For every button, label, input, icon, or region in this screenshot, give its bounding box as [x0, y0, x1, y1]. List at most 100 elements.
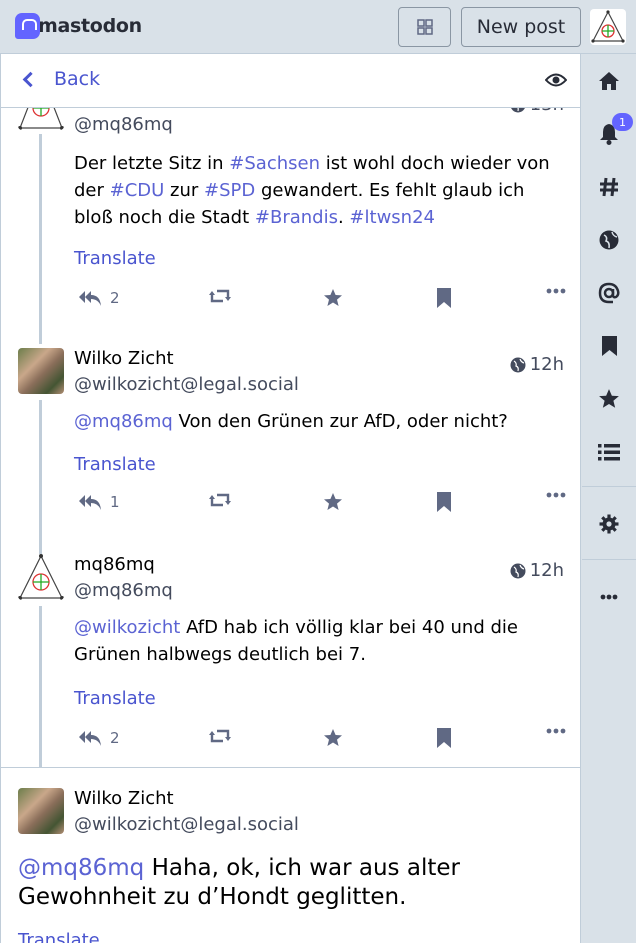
reply-count: 2 — [110, 729, 120, 747]
star-icon — [324, 289, 342, 306]
nav-preferences[interactable] — [582, 497, 636, 550]
account-avatar[interactable] — [590, 9, 626, 45]
post-timestamp[interactable]: 12h — [510, 354, 564, 375]
avatar[interactable] — [18, 554, 64, 600]
time-label: 12h — [529, 354, 564, 375]
globe-icon — [510, 563, 526, 578]
time-label: 12h — [529, 560, 564, 581]
text-segment: Von den Grünen zur AfD, oder nicht? — [172, 411, 508, 432]
boost-button[interactable] — [209, 492, 231, 508]
mastodon-logo-icon — [15, 13, 40, 39]
mastodon-logo[interactable]: mastodon — [15, 13, 142, 39]
hashtag-link[interactable]: #SPD — [204, 180, 255, 201]
display-name[interactable]: Wilko Zicht — [74, 348, 174, 369]
favourite-button[interactable] — [323, 728, 343, 748]
thread-post[interactable]: mq86mq @mq86mq 12h @wilkozicht AfD hab i… — [1, 532, 580, 768]
star-icon — [324, 493, 342, 510]
hashtag-link[interactable]: #ltwsn24 — [349, 207, 435, 228]
translate-link[interactable]: Translate — [74, 248, 156, 269]
nav-mentions[interactable] — [582, 266, 636, 319]
reply-button[interactable]: 1 — [78, 492, 120, 512]
star-icon — [599, 388, 619, 408]
home-icon — [599, 71, 619, 90]
bookmark-button[interactable] — [437, 492, 451, 512]
display-name[interactable]: Wilko Zicht — [74, 788, 174, 809]
account-handle[interactable]: @mq86mq — [74, 114, 173, 135]
retweet-icon — [209, 729, 231, 743]
visibility-toggle[interactable] — [544, 72, 568, 92]
mention-link[interactable]: @mq86mq — [74, 411, 173, 432]
bookmark-icon — [437, 492, 451, 512]
favourite-button[interactable] — [323, 492, 343, 512]
account-handle[interactable]: @wilkozicht@legal.social — [74, 814, 299, 835]
globe-icon — [510, 357, 526, 372]
nav-bookmarks[interactable] — [582, 319, 636, 372]
back-label: Back — [54, 68, 101, 90]
mention-link[interactable]: @wilkozicht — [74, 617, 180, 638]
post-content: Der letzte Sitz in #Sachsen ist wohl doc… — [74, 150, 564, 231]
back-button[interactable]: Back — [21, 68, 100, 90]
ellipsis-icon — [546, 728, 566, 734]
layout-toggle-button[interactable] — [398, 7, 451, 47]
grid-icon — [416, 19, 433, 35]
account-handle[interactable]: @mq86mq — [74, 580, 173, 601]
account-handle[interactable]: @wilkozicht@legal.social — [74, 374, 299, 395]
post-content: @wilkozicht AfD hab ich völlig klar bei … — [74, 614, 564, 668]
thread-post[interactable]: Wilko Zicht @wilkozicht@legal.social 12h… — [1, 326, 580, 532]
top-bar: mastodon New post — [0, 0, 636, 54]
more-button[interactable] — [546, 728, 566, 734]
globe-icon — [599, 230, 619, 249]
nav-divider — [582, 486, 636, 487]
favourite-button[interactable] — [323, 288, 343, 308]
focused-post[interactable]: Wilko Zicht @wilkozicht@legal.social @mq… — [1, 768, 580, 943]
display-name[interactable]: mq86mq — [74, 554, 155, 575]
hashtag-link[interactable]: #Sachsen — [229, 153, 320, 174]
more-button[interactable] — [546, 492, 566, 498]
eye-icon — [544, 73, 568, 87]
nav-more[interactable] — [582, 570, 636, 623]
retweet-icon — [209, 493, 231, 507]
avatar[interactable] — [18, 348, 64, 394]
at-icon — [598, 282, 620, 303]
reply-count: 1 — [110, 493, 120, 511]
translate-link[interactable]: Translate — [18, 930, 100, 943]
bookmark-icon — [437, 288, 451, 308]
gear-icon — [599, 514, 619, 533]
reply-button[interactable]: 2 — [78, 288, 120, 308]
retweet-icon — [209, 289, 231, 303]
nav-lists[interactable] — [582, 425, 636, 478]
text-segment: Der letzte Sitz in — [74, 153, 230, 174]
list-icon — [598, 443, 620, 460]
reply-all-icon — [79, 495, 101, 510]
post-content: @mq86mq Haha, ok, ich war aus alter Gewo… — [18, 854, 568, 912]
hashtag-link[interactable]: #CDU — [110, 180, 165, 201]
notifications-badge: 1 — [612, 113, 633, 131]
bookmark-icon — [437, 728, 451, 748]
hashtag-link[interactable]: #Brandis — [255, 207, 338, 228]
bookmark-button[interactable] — [437, 288, 451, 308]
ellipsis-icon — [546, 492, 566, 498]
translate-link[interactable]: Translate — [74, 688, 156, 709]
nav-explore[interactable] — [582, 160, 636, 213]
more-button[interactable] — [546, 288, 566, 294]
avatar[interactable] — [18, 788, 64, 834]
nav-favourites[interactable] — [582, 372, 636, 425]
reply-button[interactable]: 2 — [78, 728, 120, 748]
action-bar: 2 — [74, 728, 566, 756]
reply-all-icon — [79, 731, 101, 746]
translate-link[interactable]: Translate — [74, 454, 156, 475]
nav-home[interactable] — [582, 54, 636, 107]
reply-count: 2 — [110, 289, 120, 307]
nav-federated[interactable] — [582, 213, 636, 266]
text-segment: zur — [164, 180, 205, 201]
new-post-button[interactable]: New post — [461, 7, 581, 47]
action-bar: 2 — [74, 288, 566, 316]
post-timestamp[interactable]: 12h — [510, 560, 564, 581]
bookmark-button[interactable] — [437, 728, 451, 748]
mention-link[interactable]: @mq86mq — [18, 855, 144, 881]
nav-divider — [582, 559, 636, 560]
star-icon — [324, 729, 342, 746]
boost-button[interactable] — [209, 728, 231, 744]
bookmark-icon — [601, 335, 617, 356]
boost-button[interactable] — [209, 288, 231, 304]
